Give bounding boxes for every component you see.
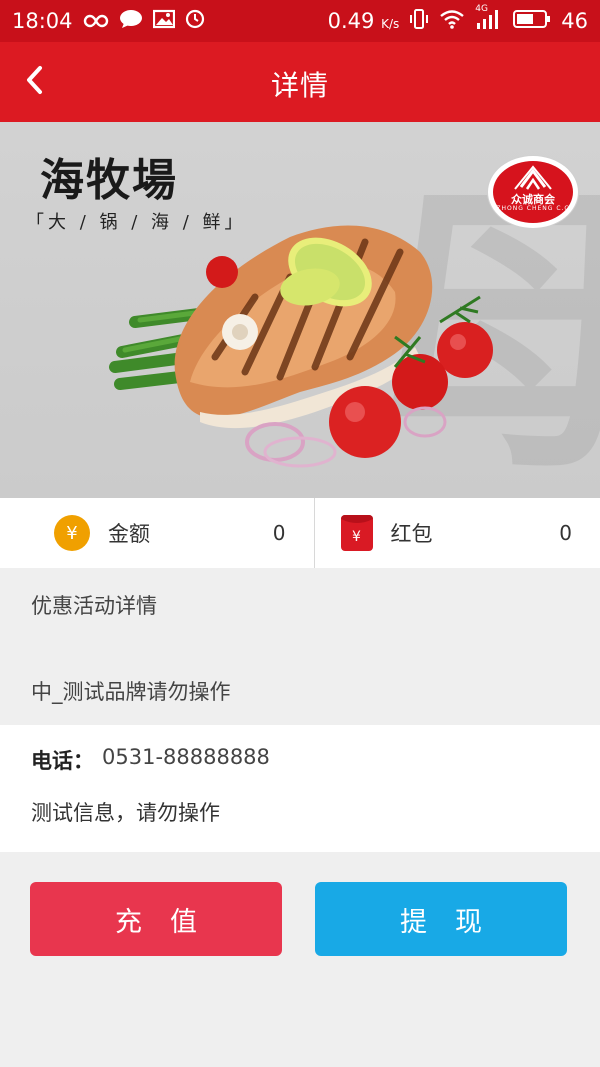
network-type: 4G [475,3,488,14]
chat-bubble-icon [119,9,143,34]
status-time: 18:04 [12,9,73,33]
image-icon [152,9,175,34]
promo-section: 优惠活动详情 中_测试品牌请勿操作 [0,568,600,725]
network-speed: 0.49 K/s [328,9,400,33]
red-packet-value: 0 [559,521,572,545]
network-speed-unit: K/s [381,17,400,31]
recharge-button[interactable]: 充值 [30,882,282,956]
promo-text: 中_测试品牌请勿操作 [31,680,231,704]
status-bar: 18:04 0.49 K/s 4G 46 [0,0,600,42]
phone-row[interactable]: 电话： 0531-88888888 [31,745,270,775]
withdraw-button[interactable]: 提现 [315,882,567,956]
amount-value: 0 [272,521,286,545]
battery-icon [513,9,551,34]
promo-title: 优惠活动详情 [31,594,157,618]
amount-label: 金额 [108,522,150,546]
contact-section: 电话： 0531-88888888 测试信息，请勿操作 [0,725,600,852]
grilled-fish-steak-image [109,225,493,468]
coin-yen-icon: ¥ [54,515,90,551]
wifi-icon [439,9,465,34]
cellular-signal-icon: 4G [475,4,503,35]
balance-stats: ¥ 金额 0 ¥ 红包 0 [0,498,600,568]
app-header: 详情 [0,42,600,122]
info-text: 测试信息，请勿操作 [31,801,220,825]
store-banner: 母 海牧場 「大 / 锅 / 海 / 鲜」 众诚商会 ZHONG CHENG C… [0,122,600,498]
red-packet-icon: ¥ [340,515,373,551]
infinity-icon [83,9,109,33]
battery-level: 46 [561,9,588,33]
red-packet-stat[interactable]: ¥ 红包 0 [313,498,600,568]
vibrate-icon [409,8,429,35]
phone-label: 电话： [31,749,94,773]
network-speed-value: 0.49 [327,9,375,33]
phone-value: 0531-88888888 [102,745,270,769]
red-packet-label: 红包 [390,522,433,546]
amount-stat[interactable]: ¥ 金额 0 [0,498,314,568]
page-title: 详情 [270,69,329,102]
alarm-icon [185,9,205,34]
